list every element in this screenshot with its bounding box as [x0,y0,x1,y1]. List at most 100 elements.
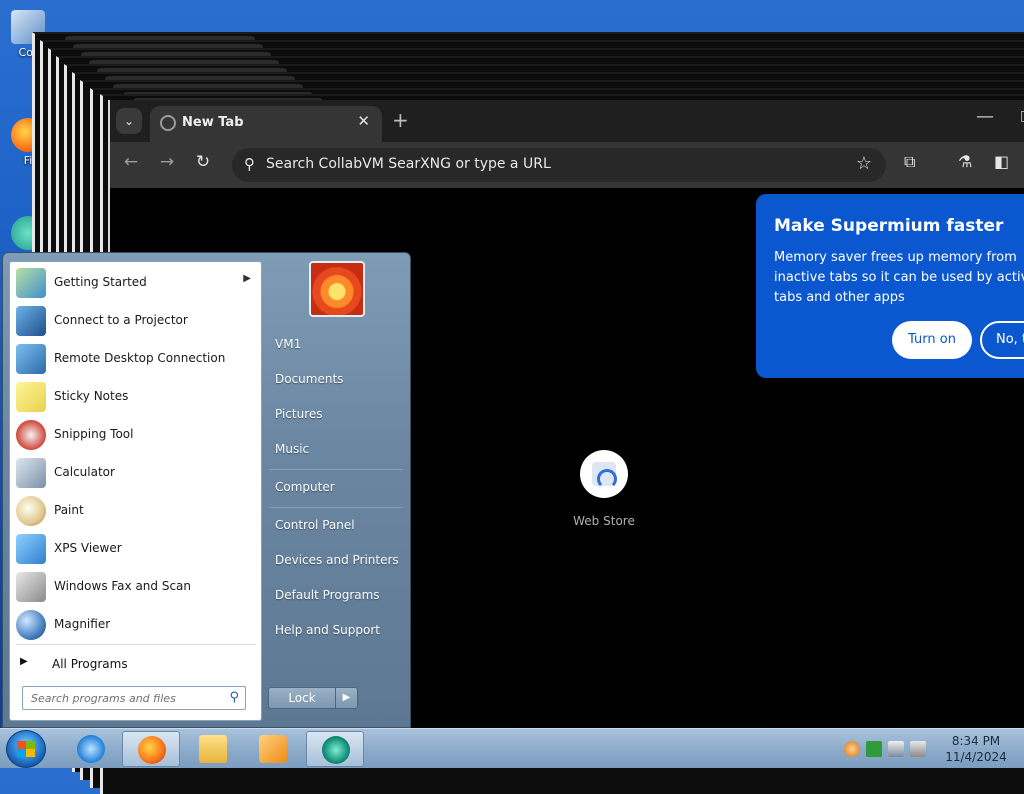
side-panel-icon: ◧ [994,152,1010,171]
search-icon: ⚲ [244,155,255,173]
lock-button[interactable]: Lock ▶ [268,687,358,709]
no-thanks-button[interactable]: No, thanks [980,321,1024,359]
extensions-button[interactable]: ⧉ [904,152,915,172]
volume-muted-icon[interactable] [910,741,926,757]
taskbar-firefox[interactable] [122,731,180,767]
program-magnifier[interactable]: Magnifier [10,606,261,644]
globe-icon [160,115,176,131]
projector-icon [16,306,46,336]
program-label: Snipping Tool [54,427,134,441]
start-menu: Getting Started ▶ Connect to a Projector… [2,252,411,728]
address-bar[interactable]: ⚲ Search CollabVM SearXNG or type a URL … [232,148,886,182]
lock-label: Lock [288,691,316,705]
programs-pane: Getting Started ▶ Connect to a Projector… [9,261,262,721]
tab-title: New Tab [182,115,244,130]
arrow-right-icon: → [159,152,175,172]
link-devices-printers[interactable]: Devices and Printers [275,553,399,567]
all-programs-button[interactable]: ▶ All Programs [10,650,261,678]
taskbar-explorer[interactable] [184,731,242,767]
supermium-icon [322,736,350,764]
maximize-button[interactable]: ▯ [1020,108,1024,124]
firefox-icon [138,736,166,764]
link-help-support[interactable]: Help and Support [275,623,380,637]
clock[interactable]: 8:34 PM 11/4/2024 [936,733,1016,765]
back-button[interactable]: ← [118,152,144,172]
reload-button[interactable]: ↻ [190,152,216,172]
start-button[interactable] [6,730,46,768]
divider [16,644,256,645]
minimize-button[interactable]: — [976,106,994,127]
taskbar-media-player[interactable] [244,731,302,767]
side-panel-button[interactable]: ◧ [994,152,1009,171]
taskbar: 8:34 PM 11/4/2024 [0,728,1024,768]
tab-search-button[interactable]: ⌄ [116,108,142,134]
getting-started-icon [16,268,46,298]
taskbar-supermium[interactable] [306,731,364,767]
link-pictures[interactable]: Pictures [275,407,323,421]
link-user-folder[interactable]: VM1 [275,337,301,351]
calculator-icon [16,458,46,488]
program-label: Connect to a Projector [54,313,188,327]
forward-button[interactable]: → [154,152,180,172]
new-tab-button[interactable]: + [392,108,409,132]
snipping-tool-icon [16,420,46,450]
turn-on-button[interactable]: Turn on [892,321,972,359]
link-music[interactable]: Music [275,442,309,456]
link-control-panel[interactable]: Control Panel [275,518,355,532]
submenu-arrow-icon: ▶ [243,273,251,284]
program-calculator[interactable]: Calculator [10,454,261,492]
network-icon[interactable] [888,741,904,757]
divider [269,507,403,508]
program-fax-scan[interactable]: Windows Fax and Scan [10,568,261,606]
program-getting-started[interactable]: Getting Started ▶ [10,264,261,302]
shutdown-options-button[interactable]: ▶ [335,688,357,708]
bookmark-star-icon[interactable]: ☆ [856,153,872,174]
user-avatar[interactable] [309,261,365,317]
paint-icon [16,496,46,526]
desktop-icon-label: Fi [23,154,33,167]
folder-icon [199,735,227,763]
system-tray: 8:34 PM 11/4/2024 [836,729,1024,769]
puzzle-icon: ⧉ [904,152,916,171]
internet-explorer-icon [77,735,105,763]
labs-button[interactable]: ⚗ [958,152,972,171]
program-sticky-notes[interactable]: Sticky Notes [10,378,261,416]
sticky-notes-icon [16,382,46,412]
tab-new-tab[interactable]: New Tab ✕ [150,106,382,142]
program-label: Magnifier [54,617,111,631]
web-store-label: Web Store [573,514,635,528]
program-remote-desktop[interactable]: Remote Desktop Connection [10,340,261,378]
search-tray-icon[interactable] [844,741,860,757]
xps-viewer-icon [16,534,46,564]
search-placeholder: Search programs and files [31,692,176,705]
link-documents[interactable]: Documents [275,372,343,386]
all-programs-label: All Programs [52,657,128,671]
h-app-tray-icon[interactable] [866,741,882,757]
reload-icon: ↻ [195,152,211,172]
windows-logo-icon [17,741,35,757]
popup-title: Make Supermium faster [774,216,1004,236]
search-programs-input[interactable]: Search programs and files ⚲ [22,686,246,710]
program-xps-viewer[interactable]: XPS Viewer [10,530,261,568]
tab-strip: ⌄ New Tab ✕ + — ▯ [110,100,1024,142]
program-label: Sticky Notes [54,389,129,403]
divider [269,469,403,470]
program-label: Paint [54,503,84,517]
program-snipping-tool[interactable]: Snipping Tool [10,416,261,454]
taskbar-internet-explorer[interactable] [62,731,120,767]
flask-icon: ⚗ [958,152,973,171]
program-paint[interactable]: Paint [10,492,261,530]
web-store-shortcut[interactable] [580,450,628,498]
program-connect-projector[interactable]: Connect to a Projector [10,302,261,340]
triangle-right-icon: ▶ [20,656,28,667]
memory-saver-popup: Make Supermium faster Memory saver frees… [756,194,1024,378]
remote-desktop-icon [16,344,46,374]
link-default-programs[interactable]: Default Programs [275,588,380,602]
link-computer[interactable]: Computer [275,480,335,494]
close-tab-button[interactable]: ✕ [357,112,370,130]
address-placeholder: Search CollabVM SearXNG or type a URL [266,156,551,172]
media-player-icon [259,735,287,763]
program-label: Getting Started [54,275,147,289]
program-label: XPS Viewer [54,541,122,555]
program-label: Remote Desktop Connection [54,351,226,365]
